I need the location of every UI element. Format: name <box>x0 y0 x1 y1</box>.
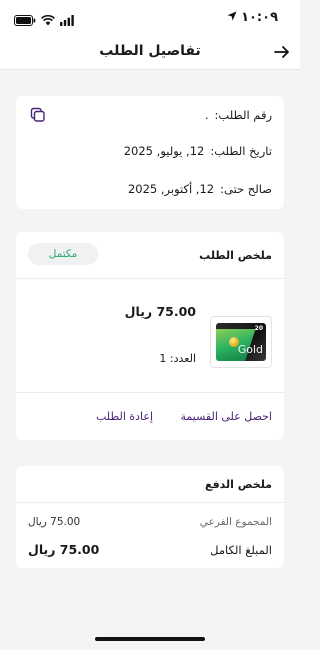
order-date-value: 12, يوليو, 2025 <box>123 144 205 158</box>
subtotal-value: 75.00 ريال <box>28 516 81 528</box>
status-time-text: ١٠:٠٩ <box>241 10 278 25</box>
status-bar: ١٠:٠٩ <box>0 0 300 36</box>
divider <box>16 278 284 279</box>
get-voucher-link[interactable]: احصل على القسيمة <box>181 410 272 423</box>
total-value: 75.00 ريال <box>28 542 100 557</box>
cellular-signal-icon <box>60 11 74 30</box>
app-header: تفاصيل الطلب <box>0 36 300 70</box>
gift-card-brand: Gold <box>237 343 263 356</box>
valid-until-row: صالح حتى: 12, أكتوبر, 2025 <box>128 182 272 196</box>
page-title: تفاصيل الطلب <box>99 43 201 59</box>
valid-until-value: 12, أكتوبر, 2025 <box>127 182 215 196</box>
divider <box>16 502 284 503</box>
order-summary-card: ملخص الطلب مكتمل 20 Gold 75.00 ريال العد… <box>16 232 284 440</box>
product-price: 75.00 ريال <box>124 304 196 319</box>
gift-card-amount: 20 <box>254 325 263 332</box>
status-icons <box>14 11 74 30</box>
arrow-right-icon <box>274 44 290 63</box>
reorder-link[interactable]: إعادة الطلب <box>96 410 153 423</box>
total-row: المبلغ الكامل 75.00 ريال <box>28 542 272 557</box>
copy-icon <box>30 107 46 127</box>
divider <box>16 392 284 393</box>
battery-icon <box>14 11 36 30</box>
total-label: المبلغ الكامل <box>210 542 272 557</box>
quantity-value: 1 <box>159 352 167 365</box>
order-date-label: تاريخ الطلب: <box>210 144 272 158</box>
order-number-value: . <box>204 108 209 122</box>
subtotal-row: المجموع الفرعي 75.00 ريال <box>28 516 272 528</box>
quantity-label: العدد: <box>169 352 196 365</box>
location-arrow-icon <box>227 10 237 25</box>
payment-summary-card: ملخص الدفع المجموع الفرعي 75.00 ريال الم… <box>16 466 284 568</box>
order-summary-title: ملخص الطلب <box>199 249 272 262</box>
home-indicator <box>95 637 205 641</box>
order-number-row: رقم الطلب: . <box>205 108 272 122</box>
payment-summary-title: ملخص الدفع <box>204 478 272 491</box>
product-thumbnail: 20 Gold <box>210 316 272 368</box>
valid-until-label: صالح حتى: <box>220 182 272 196</box>
order-number-label: رقم الطلب: <box>214 108 272 122</box>
order-date-row: تاريخ الطلب: 12, يوليو, 2025 <box>124 144 272 158</box>
subtotal-label: المجموع الفرعي <box>199 516 272 528</box>
back-button[interactable] <box>272 43 292 63</box>
order-info-card: رقم الطلب: . تاريخ الطلب: 12, يوليو, 202… <box>16 96 284 209</box>
status-badge: مكتمل <box>28 243 98 265</box>
gift-card-image: 20 Gold <box>216 323 266 361</box>
copy-order-number-button[interactable] <box>30 107 46 123</box>
status-time: ١٠:٠٩ <box>227 10 278 25</box>
wifi-icon <box>41 11 55 30</box>
product-quantity: العدد: 1 <box>159 352 196 365</box>
